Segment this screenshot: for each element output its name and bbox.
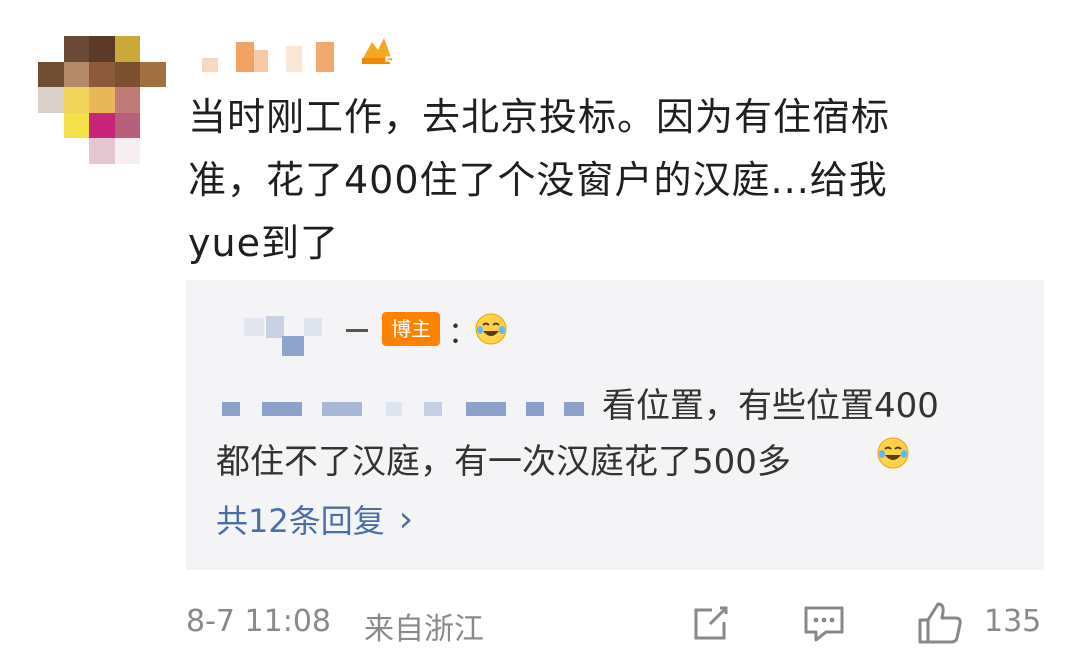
reply-text-part: 都住不了汉庭，有一次汉庭花了500多 bbox=[216, 442, 791, 482]
comment-line: yue到了 bbox=[188, 221, 339, 265]
reply-text: 看位置，有些位置400 都住不了汉庭，有一次汉庭花了500多 bbox=[216, 378, 1016, 490]
more-replies-link[interactable]: 共12条回复 › bbox=[216, 496, 413, 542]
comment-footer: 8-7 11:08 来自浙江 135 bbox=[186, 600, 1044, 648]
username-mosaic[interactable] bbox=[196, 38, 334, 72]
vip-badge-icon: 5 bbox=[362, 38, 394, 68]
chevron-right-icon: › bbox=[398, 498, 414, 540]
laugh-cry-emoji-icon bbox=[475, 313, 507, 345]
reply-text-part: 看位置，有些位置400 bbox=[602, 386, 939, 426]
more-replies-label: 共12条回复 bbox=[216, 502, 385, 540]
svg-text:5: 5 bbox=[384, 55, 394, 68]
location-source: 来自浙江 bbox=[364, 612, 484, 647]
reply-dash bbox=[346, 329, 368, 332]
avatar[interactable] bbox=[38, 36, 166, 164]
comment-line: 准，花了400住了个没窗户的汉庭...给我 bbox=[188, 158, 888, 202]
blogger-badge: 博主 bbox=[382, 312, 440, 346]
like-icon[interactable] bbox=[916, 600, 964, 646]
like-count: 135 bbox=[984, 604, 1042, 639]
laugh-cry-emoji-icon bbox=[877, 437, 909, 469]
comment-icon[interactable] bbox=[802, 602, 846, 644]
timestamp: 8-7 11:08 bbox=[186, 604, 331, 639]
share-icon[interactable] bbox=[690, 602, 732, 644]
comment-text: 当时刚工作，去北京投标。因为有住宿标 准，花了400住了个没窗户的汉庭...给我… bbox=[188, 86, 1028, 275]
comment-line: 当时刚工作，去北京投标。因为有住宿标 bbox=[188, 95, 891, 139]
